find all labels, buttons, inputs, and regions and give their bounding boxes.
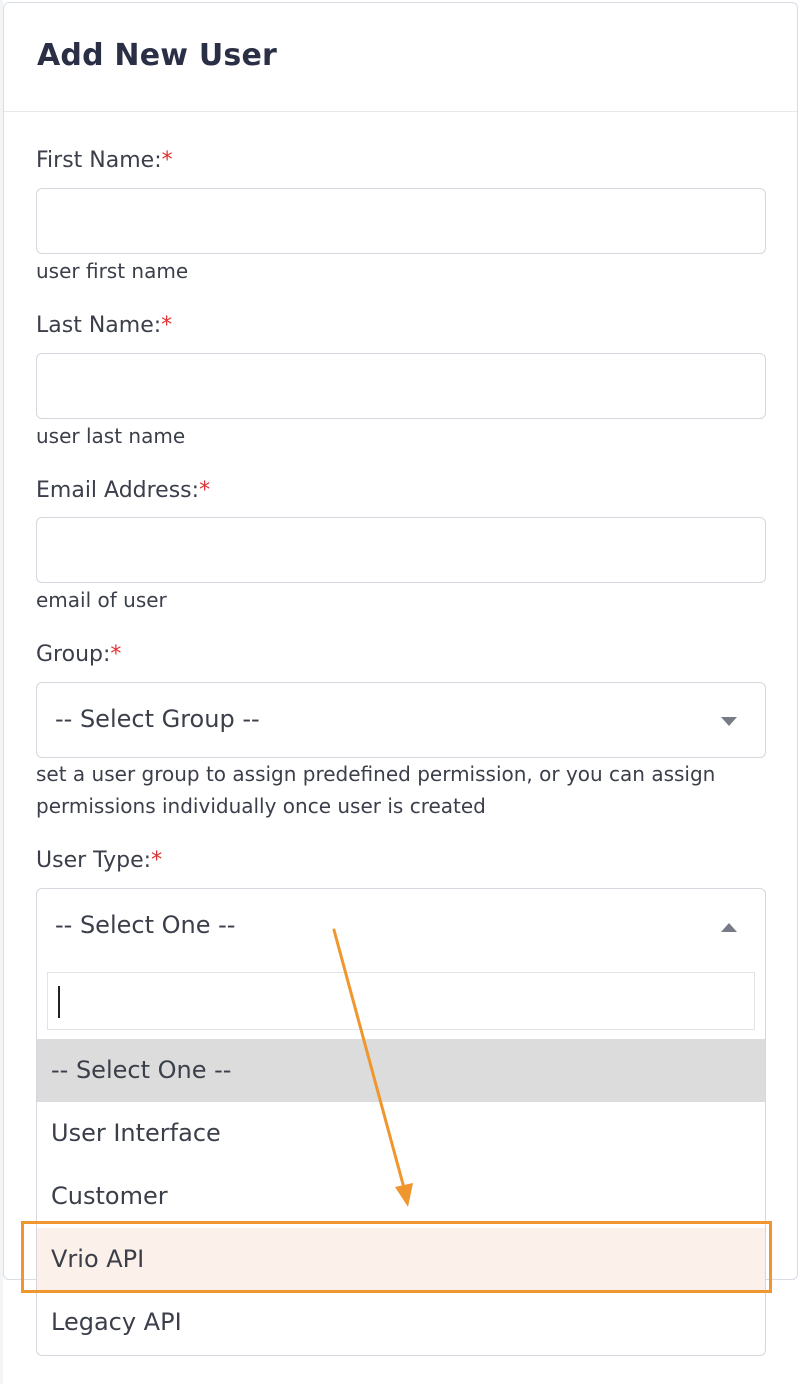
- required-marker: *: [161, 148, 173, 173]
- first-name-label-text: First Name:: [36, 148, 162, 173]
- required-marker: *: [110, 642, 122, 667]
- email-input[interactable]: [36, 517, 766, 583]
- first-name-label: First Name:*: [36, 148, 173, 173]
- user-type-select[interactable]: -- Select One --: [36, 888, 766, 964]
- last-name-input[interactable]: [36, 353, 766, 419]
- user-type-label: User Type:*: [36, 848, 162, 873]
- user-type-select-value: -- Select One --: [55, 911, 236, 939]
- option-vrio-api[interactable]: Vrio API: [37, 1228, 765, 1291]
- group-select[interactable]: -- Select Group --: [36, 682, 766, 758]
- option-legacy-api[interactable]: Legacy API: [37, 1291, 765, 1354]
- group-select-value: -- Select Group --: [55, 705, 260, 733]
- group-help: set a user group to assign predefined pe…: [36, 762, 716, 818]
- chevron-down-icon: [721, 717, 737, 726]
- required-marker: *: [151, 848, 163, 873]
- last-name-help: user last name: [36, 424, 186, 448]
- option-user-interface[interactable]: User Interface: [37, 1102, 765, 1165]
- required-marker: *: [199, 478, 211, 503]
- first-name-input[interactable]: [36, 188, 766, 254]
- required-marker: *: [161, 313, 173, 338]
- group-label-text: Group:: [36, 642, 111, 667]
- modal-title: Add New User: [37, 38, 277, 73]
- dropdown-search-input[interactable]: [47, 972, 755, 1030]
- group-label: Group:*: [36, 642, 121, 667]
- user-type-label-text: User Type:: [36, 848, 152, 873]
- last-name-label: Last Name:*: [36, 313, 172, 338]
- chevron-up-icon: [721, 923, 737, 932]
- modal-header: Add New User: [4, 3, 797, 112]
- option-select-one[interactable]: -- Select One --: [37, 1039, 765, 1102]
- text-cursor: [58, 986, 60, 1018]
- email-label: Email Address:*: [36, 478, 210, 503]
- first-name-help: user first name: [36, 259, 189, 283]
- email-help: email of user: [36, 588, 167, 612]
- last-name-label-text: Last Name:: [36, 313, 162, 338]
- user-type-dropdown: -- Select One -- User Interface Customer…: [36, 962, 766, 1356]
- option-customer[interactable]: Customer: [37, 1165, 765, 1228]
- email-label-text: Email Address:: [36, 478, 200, 503]
